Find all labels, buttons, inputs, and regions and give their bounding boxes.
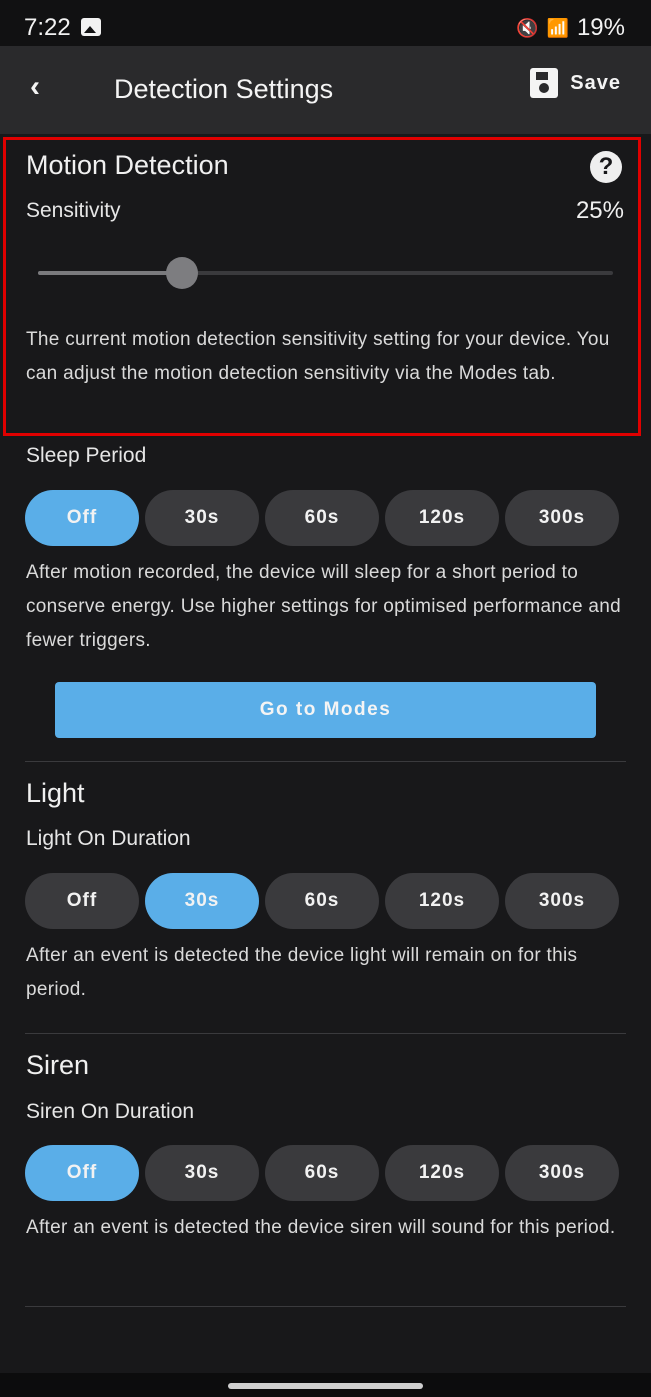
sleep-period-options: Off 30s 60s 120s 300s	[25, 490, 619, 546]
back-icon[interactable]: ‹	[30, 70, 40, 104]
wifi-icon: 📶	[546, 17, 569, 38]
siren-option-120s[interactable]: 120s	[385, 1145, 499, 1201]
gallery-icon	[81, 18, 101, 36]
sensitivity-value: 25%	[575, 197, 624, 224]
status-time: 7:22	[24, 14, 71, 41]
light-option-120s[interactable]: 120s	[385, 873, 499, 929]
save-icon	[530, 68, 559, 98]
motion-description: The current motion detection sensitivity…	[26, 329, 610, 384]
light-option-300s[interactable]: 300s	[505, 873, 619, 929]
siren-duration-options: Off 30s 60s 120s 300s	[25, 1145, 619, 1201]
battery-level: 19%	[576, 14, 625, 41]
slider-fill	[38, 271, 182, 275]
siren-option-300s[interactable]: 300s	[505, 1145, 619, 1201]
sensitivity-slider[interactable]	[38, 257, 613, 289]
divider	[25, 1306, 626, 1307]
light-title: Light	[26, 778, 85, 808]
motion-detection-title: Motion Detection	[26, 150, 229, 180]
sleep-option-300s[interactable]: 300s	[505, 490, 619, 546]
save-label: Save	[570, 71, 621, 94]
siren-option-60s[interactable]: 60s	[265, 1145, 379, 1201]
home-handle[interactable]	[228, 1383, 423, 1389]
help-icon[interactable]: ?	[590, 151, 622, 183]
light-option-60s[interactable]: 60s	[265, 873, 379, 929]
slider-thumb[interactable]	[165, 257, 198, 289]
motion-detection-highlight	[3, 137, 641, 436]
divider	[25, 761, 626, 762]
divider	[25, 1033, 626, 1034]
light-option-30s[interactable]: 30s	[145, 873, 259, 929]
sleep-option-30s[interactable]: 30s	[145, 490, 259, 546]
siren-option-off[interactable]: Off	[25, 1145, 139, 1201]
sleep-period-label: Sleep Period	[26, 444, 147, 467]
light-option-off[interactable]: Off	[25, 873, 139, 929]
siren-description: After an event is detected the device si…	[26, 1217, 616, 1238]
sensitivity-label: Sensitivity	[26, 199, 121, 222]
mute-icon: 🔇	[516, 17, 539, 38]
siren-option-30s[interactable]: 30s	[145, 1145, 259, 1201]
page-title: Detection Settings	[114, 74, 334, 104]
status-bar: 7:22 🔇 📶 19%	[0, 0, 651, 46]
siren-duration-label: Siren On Duration	[26, 1100, 195, 1123]
sleep-option-off[interactable]: Off	[25, 490, 139, 546]
light-duration-options: Off 30s 60s 120s 300s	[25, 873, 619, 929]
navigation-bar	[0, 1373, 651, 1397]
sleep-option-60s[interactable]: 60s	[265, 490, 379, 546]
app-bar: ‹ Detection Settings Save	[0, 46, 651, 134]
sleep-description: After motion recorded, the device will s…	[26, 562, 622, 651]
sleep-option-120s[interactable]: 120s	[385, 490, 499, 546]
go-to-modes-button[interactable]: Go to Modes	[55, 682, 596, 738]
siren-title: Siren	[26, 1050, 90, 1080]
light-description: After an event is detected the device li…	[26, 945, 578, 1000]
save-button[interactable]: Save	[530, 68, 621, 98]
status-icons: 🔇 📶 19%	[516, 14, 625, 42]
light-duration-label: Light On Duration	[26, 827, 191, 850]
